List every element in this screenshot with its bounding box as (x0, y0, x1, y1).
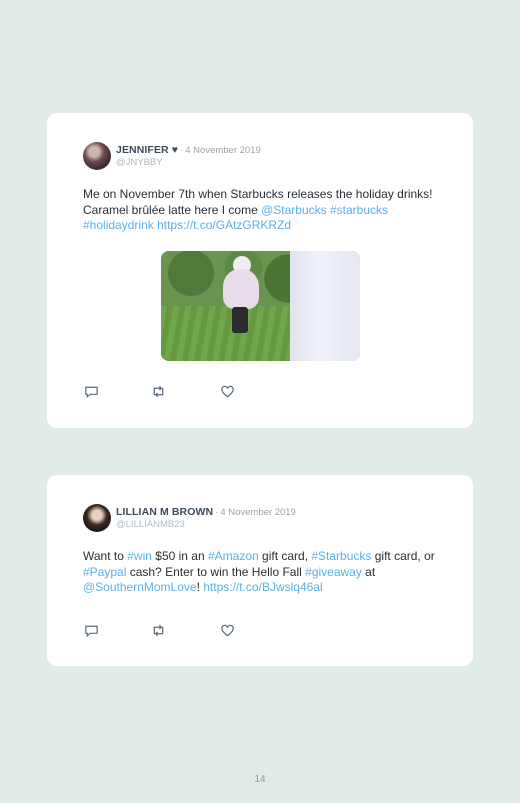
separator-dot: · (180, 144, 184, 156)
avatar[interactable] (83, 142, 111, 170)
hashtag-link[interactable]: #giveaway (305, 565, 362, 579)
url-link[interactable]: https://t.co/GAtzGRKRZd (157, 218, 291, 232)
tweet-date: 4 November 2019 (220, 506, 296, 518)
hashtag-link[interactable]: #Amazon (208, 549, 259, 563)
hashtag-link[interactable]: #Starbucks (311, 549, 371, 563)
author-name[interactable]: LILLIAN M BROWN (116, 506, 213, 518)
tweet-date: 4 November 2019 (185, 144, 261, 156)
lawn-shape (161, 306, 301, 361)
retweet-icon[interactable] (150, 383, 166, 399)
tweet-text-part: cash? Enter to win the Hello Fall (126, 564, 306, 579)
reply-icon[interactable] (83, 383, 99, 399)
tweet-text-part: gift card, (258, 549, 312, 563)
reply-icon[interactable] (83, 622, 99, 638)
page-number: 14 (254, 774, 266, 785)
retweet-icon[interactable] (150, 622, 166, 638)
tweet-header: JENNIFER ♥ · 4 November 2019 @JNYBBY (83, 141, 437, 171)
tweet-media-image[interactable] (161, 251, 360, 361)
name-row: LILLIAN M BROWN · 4 November 2019 (116, 506, 296, 519)
mention-link[interactable]: @Starbucks (261, 203, 327, 217)
tweet-card: JENNIFER ♥ · 4 November 2019 @JNYBBY Me … (47, 113, 473, 428)
tweet-text: Me on November 7th when Starbucks releas… (83, 187, 443, 234)
tweet-header: LILLIAN M BROWN · 4 November 2019 @LILLI… (83, 503, 437, 533)
tweet-text-part: at (361, 564, 376, 579)
tweet-text-part: gift card, or (371, 549, 435, 563)
hashtag-link[interactable]: #Paypal (83, 565, 126, 579)
mention-link[interactable]: @SouthernMomLove (83, 580, 197, 594)
tweet-text: Want to #win $50 in an #Amazon gift card… (83, 549, 443, 596)
author-name[interactable]: JENNIFER ♥ (116, 144, 178, 156)
tweet-text-part: $50 in an (151, 549, 208, 563)
author-handle[interactable]: @LILLIANMB23 (116, 519, 296, 531)
figure-body-shape (223, 269, 259, 309)
wall-shape (290, 251, 360, 361)
tweet-actions (83, 383, 235, 399)
like-icon[interactable] (219, 383, 235, 399)
tweet-meta: LILLIAN M BROWN · 4 November 2019 @LILLI… (116, 506, 296, 531)
hashtag-link[interactable]: #starbucks (330, 203, 388, 217)
tweet-meta: JENNIFER ♥ · 4 November 2019 @JNYBBY (116, 144, 261, 169)
like-icon[interactable] (219, 622, 235, 638)
author-handle[interactable]: @JNYBBY (116, 157, 261, 169)
separator-dot: · (215, 506, 219, 518)
figure-legs-shape (232, 307, 248, 333)
hashtag-link[interactable]: #win (127, 549, 152, 563)
tweet-card: LILLIAN M BROWN · 4 November 2019 @LILLI… (47, 475, 473, 666)
url-link[interactable]: https://t.co/BJwslq46al (203, 580, 322, 594)
hashtag-link[interactable]: #holidaydrink (83, 218, 154, 232)
tweet-actions (83, 622, 235, 638)
avatar[interactable] (83, 504, 111, 532)
tweet-text-part: Want to (83, 549, 128, 563)
name-row: JENNIFER ♥ · 4 November 2019 (116, 144, 261, 157)
